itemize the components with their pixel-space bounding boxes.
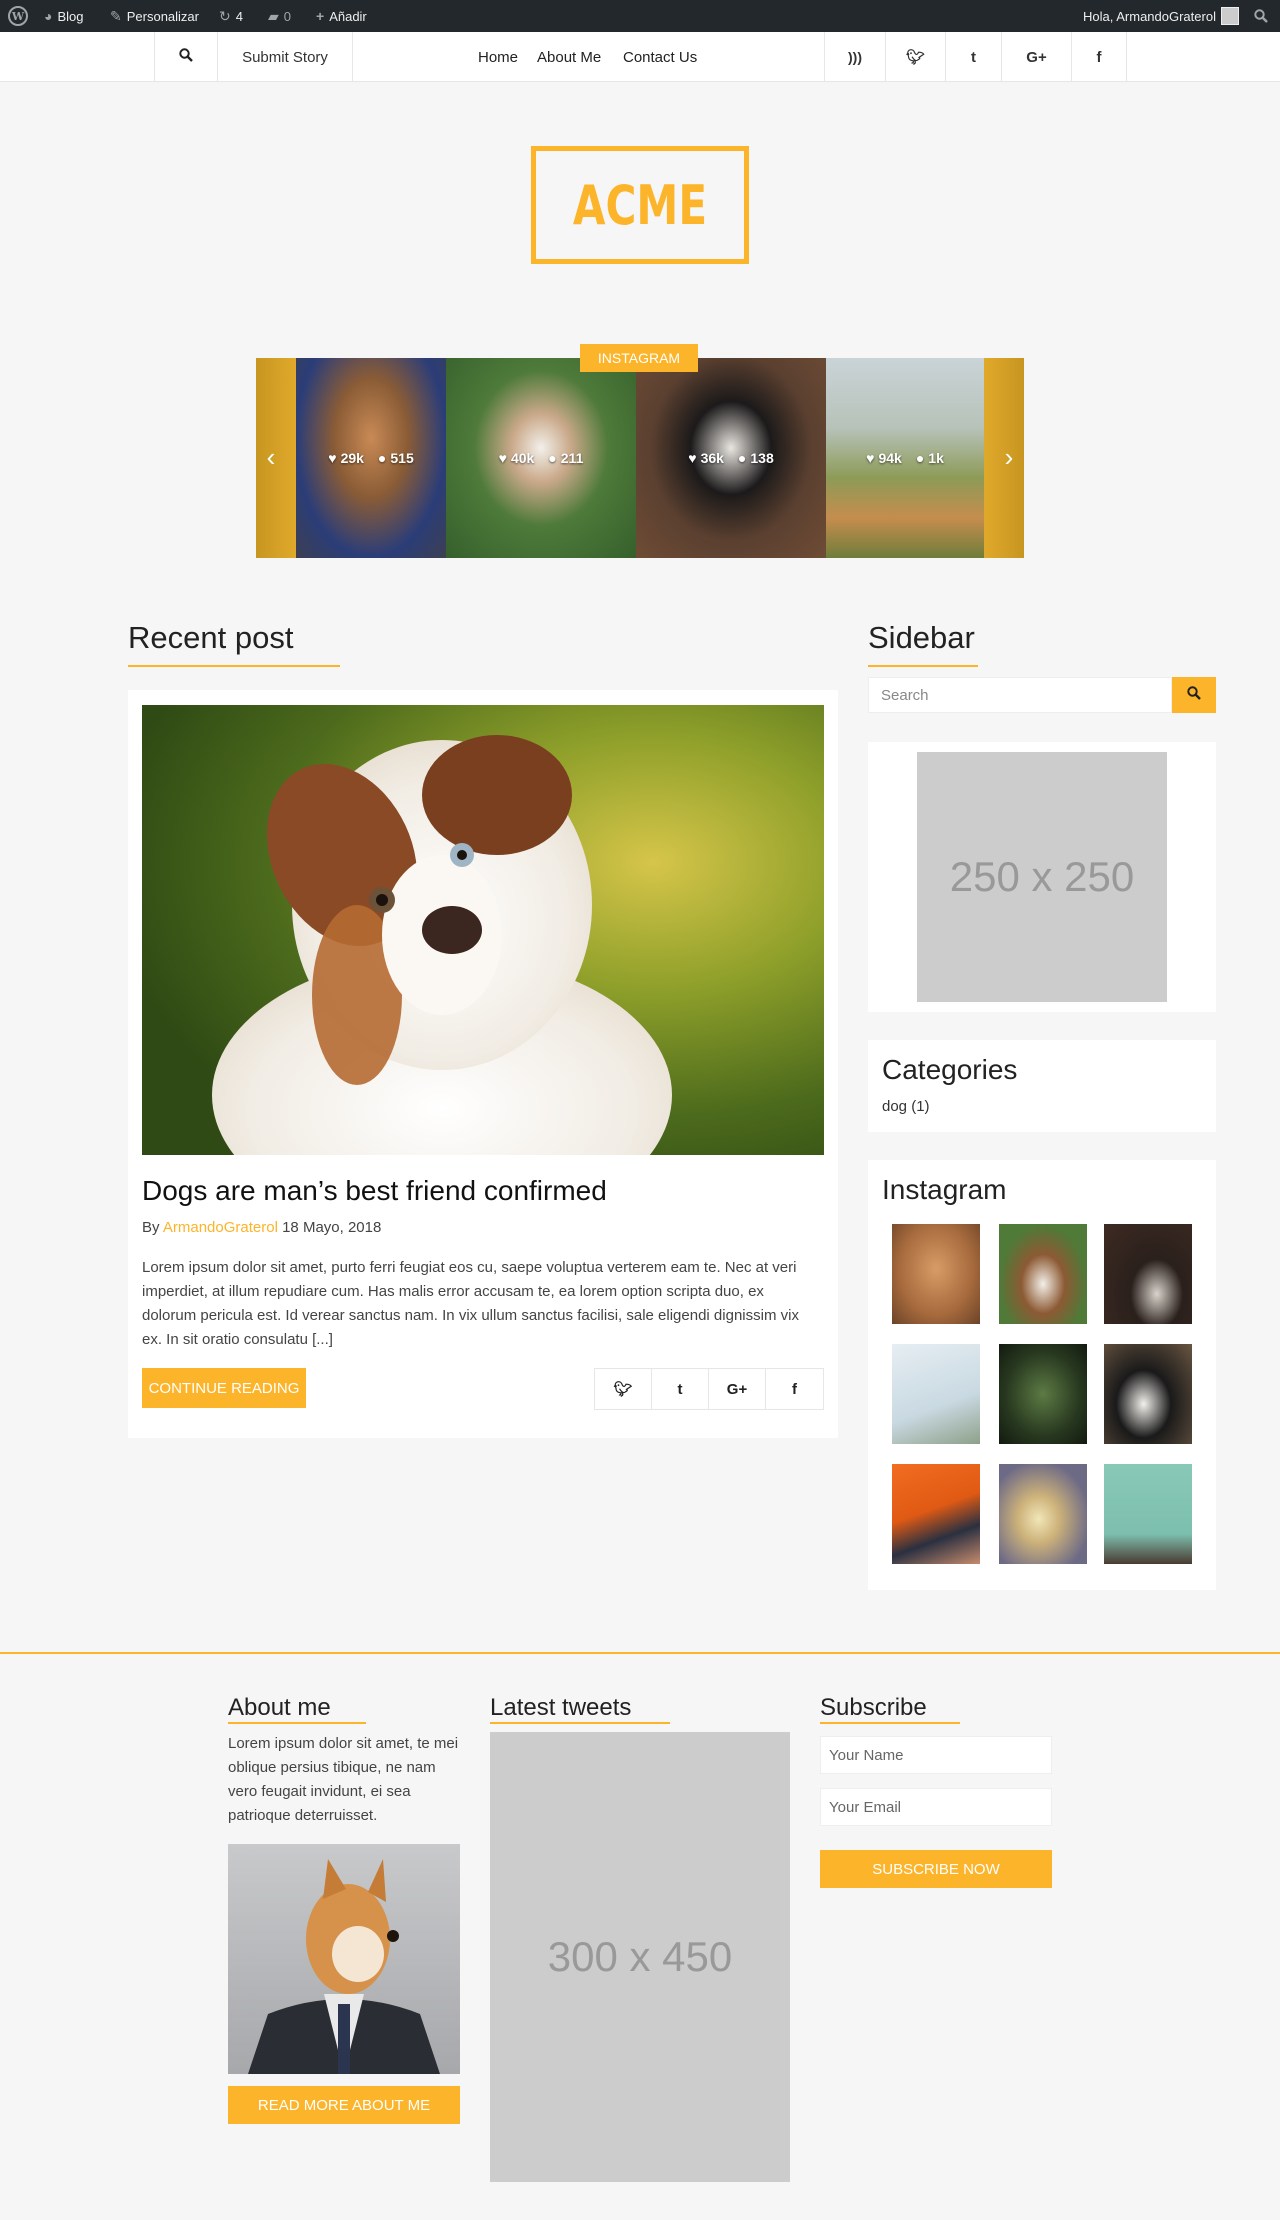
- continue-reading-button[interactable]: CONTINUE READING: [142, 1368, 306, 1408]
- instagram-slide[interactable]: ♥ 36k ● 138: [636, 358, 826, 558]
- sidebar-search-input[interactable]: Search: [868, 677, 1172, 713]
- twitter-icon[interactable]: 🐦︎: [595, 1369, 652, 1409]
- refresh-icon: ↻: [219, 7, 231, 24]
- google-plus-icon: G+: [1026, 48, 1047, 66]
- heart-icon: ♥: [688, 450, 697, 466]
- footer-subscribe-title: Subscribe: [820, 1694, 927, 1721]
- heading-underline: [128, 665, 340, 667]
- instagram-thumb[interactable]: [892, 1344, 980, 1444]
- facebook-icon: f: [1096, 48, 1102, 66]
- wordpress-logo-icon[interactable]: W: [8, 0, 28, 32]
- instagram-widget-title: Instagram: [882, 1174, 1007, 1205]
- instagram-thumb[interactable]: [1104, 1464, 1192, 1564]
- post-excerpt: Lorem ipsum dolor sit amet, purto ferri …: [142, 1259, 799, 1348]
- search-icon: [179, 48, 193, 66]
- admin-account-link[interactable]: Hola, ArmandoGraterol: [1083, 0, 1239, 32]
- subscribe-now-button[interactable]: SUBSCRIBE NOW: [820, 1850, 1052, 1888]
- ad-placeholder[interactable]: 250 x 250: [917, 752, 1167, 1002]
- post-author-link[interactable]: ArmandoGraterol: [163, 1219, 278, 1236]
- submit-story-link[interactable]: Submit Story: [217, 32, 353, 82]
- tweets-placeholder[interactable]: 300 x 450: [490, 1732, 790, 2182]
- comment-icon: ●: [548, 450, 557, 466]
- nav-tumblr-button[interactable]: t: [945, 32, 1001, 82]
- admin-search-icon[interactable]: [1254, 0, 1268, 32]
- google-plus-icon[interactable]: G+: [709, 1369, 766, 1409]
- read-more-about-me-button[interactable]: READ MORE ABOUT ME: [228, 2086, 460, 2124]
- admin-customize-link[interactable]: ✎ Personalizar: [110, 0, 199, 32]
- heart-icon: ♥: [328, 450, 337, 466]
- instagram-slider: ♥ 29k ● 515 ♥ 40k ● 211 ♥ 36k ● 138 ♥ 94k ● 1k ‹…: [256, 358, 1024, 558]
- facebook-icon[interactable]: f: [766, 1369, 823, 1409]
- heading-underline: [820, 1722, 960, 1724]
- post-featured-image[interactable]: [142, 705, 824, 1155]
- nav-twitter-button[interactable]: 🐦︎: [885, 32, 945, 82]
- post-title[interactable]: Dogs are man’s best friend confirmed: [142, 1175, 607, 1207]
- subscribe-email-field[interactable]: Your Email: [820, 1788, 1052, 1826]
- nav-rss-button[interactable]: ))): [824, 32, 885, 82]
- nav-link-about-me[interactable]: About Me: [537, 32, 601, 82]
- chevron-left-icon[interactable]: ‹: [256, 442, 286, 472]
- nav-link-home[interactable]: Home: [478, 32, 518, 82]
- instagram-thumb[interactable]: [999, 1224, 1087, 1324]
- twitter-icon: 🐦︎: [905, 49, 926, 66]
- nav-facebook-button[interactable]: f: [1071, 32, 1127, 82]
- categories-title: Categories: [882, 1054, 1018, 1085]
- heading-underline: [228, 1722, 366, 1724]
- instagram-thumb[interactable]: [999, 1464, 1087, 1564]
- admin-site-link[interactable]: ◕ Blog: [44, 0, 84, 32]
- svg-text:W: W: [11, 10, 25, 23]
- search-icon: [1187, 686, 1201, 704]
- footer-about-text: Lorem ipsum dolor sit amet, te mei obliq…: [228, 1735, 459, 1824]
- main-navigation: Submit Story Home About Me Contact Us ))…: [0, 32, 1280, 82]
- instagram-thumb[interactable]: [892, 1464, 980, 1564]
- nav-search-button[interactable]: [154, 32, 217, 82]
- category-link-dog[interactable]: dog (1): [882, 1098, 930, 1115]
- avatar: [1220, 7, 1239, 25]
- post-meta: By ArmandoGraterol 18 Mayo, 2018: [142, 1219, 382, 1236]
- admin-comments-link[interactable]: ▰ 0: [268, 0, 291, 32]
- heart-icon: ♥: [866, 450, 875, 466]
- footer-about-title: About me: [228, 1694, 331, 1721]
- instagram-badge: INSTAGRAM: [580, 344, 698, 372]
- admin-add-new-link[interactable]: + Añadir: [316, 0, 367, 32]
- instagram-thumb[interactable]: [1104, 1224, 1192, 1324]
- footer-divider: [0, 1652, 1280, 1654]
- admin-bar: W ◕ Blog ✎ Personalizar ↻ 4 ▰ 0 + Añadir…: [0, 0, 1280, 32]
- rss-icon: ))): [848, 49, 862, 65]
- comment-icon: ●: [915, 450, 925, 466]
- instagram-thumb[interactable]: [999, 1344, 1087, 1444]
- sidebar-search-button[interactable]: [1172, 677, 1216, 713]
- heading-underline: [868, 665, 978, 667]
- nav-google-plus-button[interactable]: G+: [1001, 32, 1071, 82]
- admin-updates-link[interactable]: ↻ 4: [219, 0, 243, 32]
- instagram-slide[interactable]: ♥ 40k ● 211: [446, 358, 636, 558]
- heart-icon: ♥: [498, 450, 507, 466]
- instagram-thumb[interactable]: [1104, 1344, 1192, 1444]
- post-share-buttons: 🐦︎ t G+ f: [594, 1368, 824, 1410]
- comment-icon: ●: [737, 450, 747, 466]
- recent-post-heading: Recent post: [128, 620, 294, 655]
- comment-icon: ▰: [268, 7, 279, 24]
- post-date: 18 Mayo, 2018: [282, 1219, 382, 1236]
- instagram-thumb[interactable]: [892, 1224, 980, 1324]
- heading-underline: [490, 1722, 670, 1724]
- brush-icon: ✎: [110, 7, 122, 24]
- nav-link-contact-us[interactable]: Contact Us: [623, 32, 697, 82]
- tumblr-icon: t: [971, 48, 976, 66]
- plus-icon: +: [316, 8, 325, 24]
- instagram-slide[interactable]: ♥ 29k ● 515: [296, 358, 446, 558]
- footer-tweets-title: Latest tweets: [490, 1694, 632, 1721]
- sidebar-heading: Sidebar: [868, 620, 975, 655]
- site-logo[interactable]: ACME: [531, 146, 749, 264]
- dashboard-icon: ◕: [44, 8, 53, 24]
- about-me-photo: [228, 1844, 460, 2074]
- instagram-slide[interactable]: ♥ 94k ● 1k: [826, 358, 984, 558]
- comment-icon: ●: [377, 450, 387, 466]
- subscribe-name-field[interactable]: Your Name: [820, 1736, 1052, 1774]
- tumblr-icon[interactable]: t: [652, 1369, 709, 1409]
- chevron-right-icon[interactable]: ›: [994, 442, 1024, 472]
